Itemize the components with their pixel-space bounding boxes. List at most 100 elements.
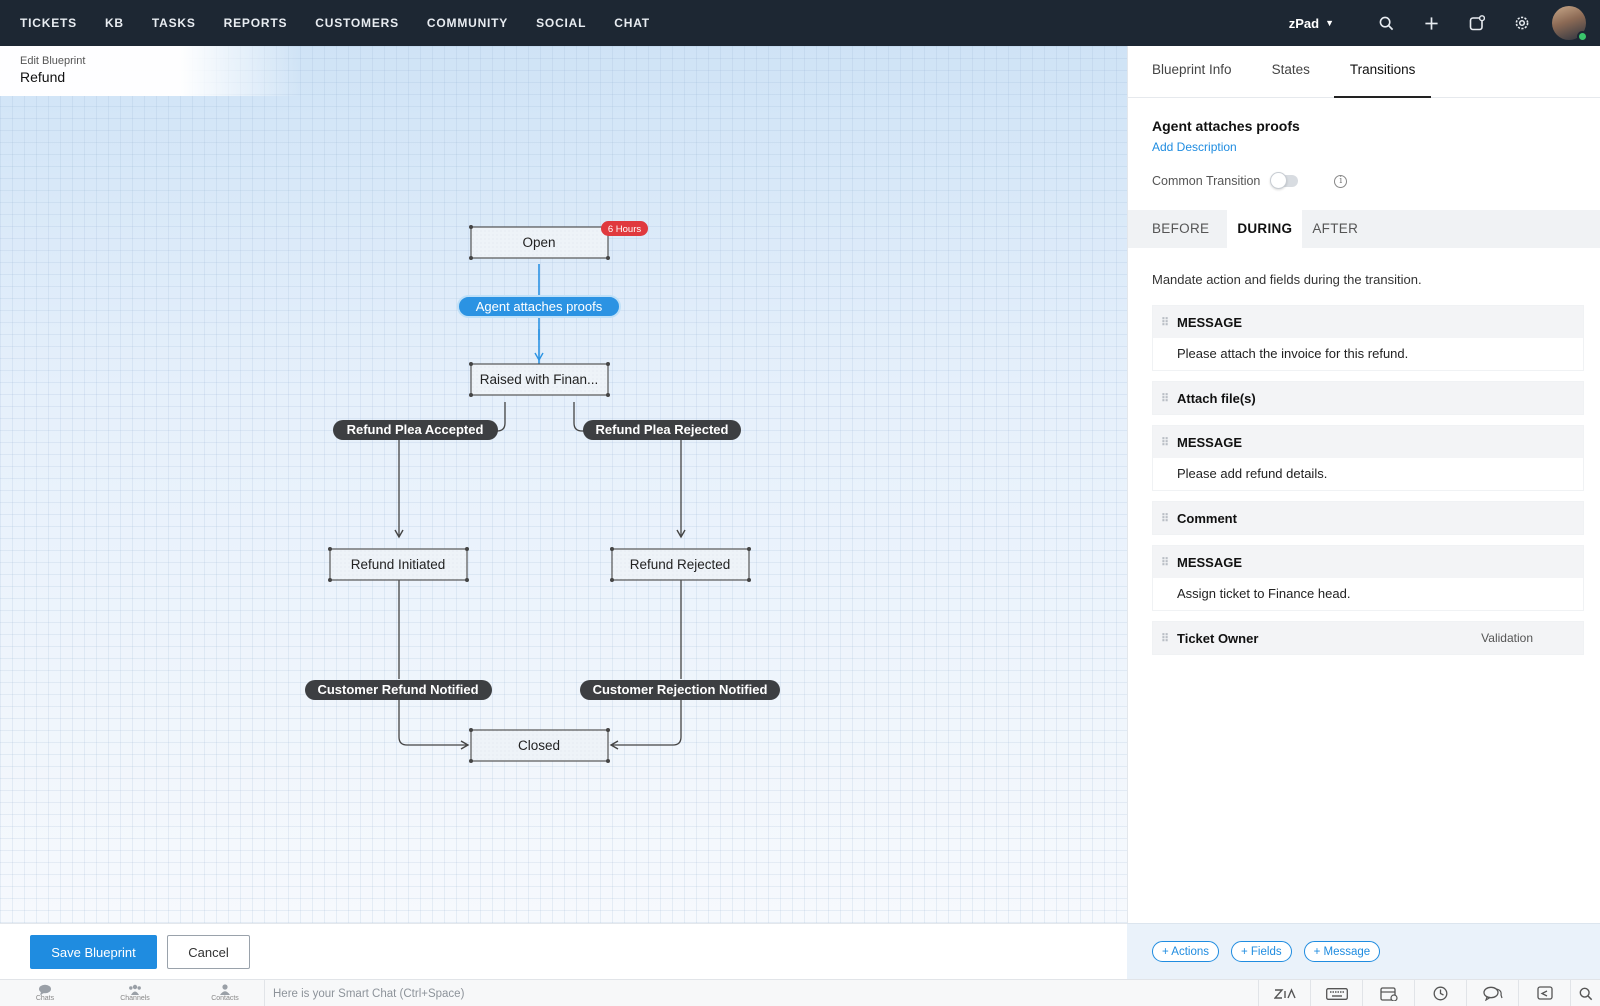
- validation-link[interactable]: Validation: [1481, 631, 1533, 645]
- transition-label: Refund Plea Accepted: [347, 422, 484, 437]
- message-block[interactable]: ⠿ MESSAGE Assign ticket to Finance head.: [1152, 545, 1584, 611]
- common-transition-toggle[interactable]: [1270, 172, 1299, 189]
- block-body: Please add refund details.: [1153, 458, 1583, 490]
- message-block[interactable]: ⠿ MESSAGE Please add refund details.: [1152, 425, 1584, 491]
- drag-handle-icon[interactable]: ⠿: [1161, 632, 1171, 645]
- caret-down-icon: ▼: [1325, 18, 1334, 28]
- add-fields-button[interactable]: + Fields: [1231, 941, 1292, 962]
- sla-badge: 6 Hours: [601, 221, 648, 236]
- tab-after[interactable]: AFTER: [1312, 210, 1368, 248]
- message-block[interactable]: ⠿ MESSAGE Please attach the invoice for t…: [1152, 305, 1584, 371]
- nav-tasks[interactable]: TASKS: [152, 16, 196, 30]
- reply-icon[interactable]: [1518, 980, 1570, 1006]
- transition-settings-panel: Blueprint Info States Transitions Agent …: [1127, 46, 1600, 923]
- person-icon: [220, 984, 230, 995]
- state-node-refund-initiated[interactable]: Refund Initiated: [328, 547, 469, 582]
- nav-reports[interactable]: REPORTS: [224, 16, 288, 30]
- people-group-icon: [129, 984, 141, 995]
- transition-customer-refund-notified[interactable]: Customer Refund Notified: [305, 680, 492, 700]
- keyboard-icon[interactable]: [1310, 980, 1362, 1006]
- block-title: MESSAGE: [1177, 314, 1243, 330]
- drag-handle-icon[interactable]: ⠿: [1161, 512, 1171, 525]
- mandate-description: Mandate action and fields during the tra…: [1152, 272, 1422, 287]
- save-blueprint-button[interactable]: Save Blueprint: [30, 935, 157, 969]
- tab-before[interactable]: BEFORE: [1152, 210, 1219, 248]
- drag-handle-icon[interactable]: ⠿: [1161, 556, 1171, 569]
- attach-files-block[interactable]: ⠿ Attach file(s): [1152, 381, 1584, 415]
- online-status-dot: [1577, 31, 1588, 42]
- add-message-button[interactable]: + Message: [1303, 941, 1381, 962]
- smart-chat-input[interactable]: Here is your Smart Chat (Ctrl+Space): [264, 980, 944, 1006]
- nav-tickets[interactable]: TICKETS: [20, 16, 77, 30]
- state-label: Open: [522, 235, 555, 250]
- info-icon[interactable]: i: [1334, 174, 1348, 188]
- transition-phase-tabs: BEFORE DURING AFTER: [1128, 210, 1600, 248]
- top-navigation-bar: TICKETS KB TASKS REPORTS CUSTOMERS COMMU…: [0, 0, 1600, 46]
- transition-customer-rejection-notified[interactable]: Customer Rejection Notified: [580, 680, 780, 700]
- tab-blueprint-info[interactable]: Blueprint Info: [1152, 46, 1232, 97]
- state-node-refund-rejected[interactable]: Refund Rejected: [610, 547, 751, 582]
- blueprint-flow-diagram: Open 6 Hours Raised with Finan... Refund…: [305, 221, 780, 763]
- clock-icon[interactable]: [1414, 980, 1466, 1006]
- sla-badge-label: 6 Hours: [608, 224, 642, 235]
- workspace-switcher[interactable]: zPad ▼: [1289, 16, 1334, 31]
- ticket-owner-field-block[interactable]: ⠿ Ticket Owner Validation: [1152, 621, 1584, 655]
- tab-transitions[interactable]: Transitions: [1333, 46, 1431, 98]
- nav-social[interactable]: SOCIAL: [536, 16, 586, 30]
- user-avatar[interactable]: [1552, 6, 1588, 42]
- drag-handle-icon[interactable]: ⠿: [1161, 392, 1171, 405]
- contacts-shortcut[interactable]: Contacts: [180, 984, 270, 1002]
- during-blocks-list: ⠿ MESSAGE Please attach the invoice for t…: [1152, 305, 1584, 655]
- block-body: Please attach the invoice for this refun…: [1153, 338, 1583, 370]
- block-title: Ticket Owner: [1177, 630, 1259, 646]
- state-label: Closed: [518, 738, 560, 753]
- gear-icon[interactable]: [1499, 0, 1544, 46]
- main-nav: TICKETS KB TASKS REPORTS CUSTOMERS COMMU…: [0, 0, 678, 46]
- nav-community[interactable]: COMMUNITY: [427, 16, 508, 30]
- bottom-status-bar: Chats Channels Contacts Here is your Sma…: [0, 979, 1600, 1006]
- common-transition-row: Common Transition i: [1152, 172, 1600, 189]
- nav-kb[interactable]: KB: [105, 16, 124, 30]
- search-icon[interactable]: [1570, 980, 1600, 1006]
- transition-refund-plea-rejected[interactable]: Refund Plea Rejected: [583, 420, 741, 440]
- nav-chat[interactable]: CHAT: [614, 16, 650, 30]
- block-title: MESSAGE: [1177, 434, 1243, 450]
- transition-title: Agent attaches proofs: [1152, 118, 1300, 134]
- tab-states[interactable]: States: [1272, 46, 1310, 97]
- channels-shortcut[interactable]: Channels: [90, 984, 180, 1002]
- add-items-footer: + Actions + Fields + Message: [1127, 923, 1600, 979]
- transition-agent-attaches-proofs[interactable]: Agent attaches proofs: [457, 295, 621, 318]
- blueprint-canvas[interactable]: Edit Blueprint Refund Open 6 Hours Raise…: [0, 46, 1127, 923]
- contacts-label: Contacts: [211, 995, 239, 1002]
- chats-shortcut[interactable]: Chats: [0, 984, 90, 1002]
- drag-handle-icon[interactable]: ⠿: [1161, 316, 1171, 329]
- state-node-open[interactable]: Open: [469, 225, 610, 260]
- add-actions-button[interactable]: + Actions: [1152, 941, 1219, 962]
- search-icon[interactable]: [1364, 0, 1409, 46]
- block-body: Assign ticket to Finance head.: [1153, 578, 1583, 610]
- block-title: Comment: [1177, 510, 1237, 526]
- chats-label: Chats: [35, 995, 55, 1002]
- panel-tabs: Blueprint Info States Transitions: [1128, 46, 1600, 98]
- common-transition-label: Common Transition: [1152, 174, 1261, 188]
- transition-label: Refund Plea Rejected: [596, 422, 729, 437]
- add-description-link[interactable]: Add Description: [1152, 140, 1237, 154]
- comment-block[interactable]: ⠿ Comment: [1152, 501, 1584, 535]
- transition-refund-plea-accepted[interactable]: Refund Plea Accepted: [333, 420, 498, 440]
- transition-label: Customer Rejection Notified: [593, 682, 768, 697]
- plus-icon[interactable]: [1409, 0, 1454, 46]
- chat-bubbles-icon[interactable]: [1466, 980, 1518, 1006]
- drag-handle-icon[interactable]: ⠿: [1161, 436, 1171, 449]
- state-node-closed[interactable]: Closed: [469, 728, 610, 763]
- cancel-button[interactable]: Cancel: [167, 935, 250, 969]
- compose-icon[interactable]: [1454, 0, 1499, 46]
- tab-during[interactable]: DURING: [1227, 210, 1303, 248]
- zia-icon[interactable]: [1258, 980, 1310, 1006]
- state-node-raised-with-finance[interactable]: Raised with Finan...: [469, 362, 610, 397]
- nav-right-tools: zPad ▼: [1289, 0, 1600, 46]
- calendar-icon[interactable]: [1362, 980, 1414, 1006]
- channels-label: Channels: [120, 995, 150, 1002]
- nav-customers[interactable]: CUSTOMERS: [315, 16, 399, 30]
- flow-connectors: [394, 264, 686, 750]
- state-label: Raised with Finan...: [480, 372, 599, 387]
